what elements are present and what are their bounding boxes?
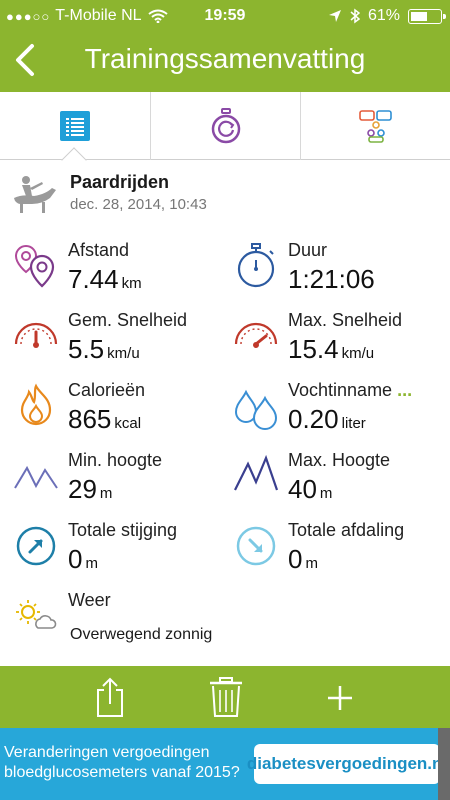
stopwatch-icon <box>237 243 275 288</box>
battery-fill <box>411 11 427 21</box>
descent-arrow-icon <box>236 526 276 566</box>
add-icon[interactable] <box>318 676 362 718</box>
mountains-high-icon <box>234 454 279 491</box>
ad-badge <box>438 728 450 800</box>
stat-value: 1:21:06 <box>288 264 375 294</box>
stat-value: 0 <box>288 544 303 574</box>
stat-unit: m <box>305 555 318 572</box>
stat-value: 0 <box>68 544 83 574</box>
stat-hydration[interactable]: Vochtinname ... 0.20 liter <box>232 380 450 446</box>
stopwatch-replay-icon <box>211 108 240 144</box>
horse-riding-icon <box>14 176 56 213</box>
stat-max-altitude[interactable]: Max. Hoogte 40 m <box>232 450 450 516</box>
stat-weather[interactable]: Weer <box>12 590 232 656</box>
stat-value: 0.20 <box>288 404 339 434</box>
stat-value: 29 <box>68 474 97 504</box>
stat-unit: m <box>319 485 333 502</box>
stat-unit: m <box>85 555 98 572</box>
water-drops-icon <box>234 389 278 430</box>
stat-label: Totale afdaling <box>288 520 405 540</box>
battery-percentage: 61% <box>367 7 400 24</box>
speedometer-icon <box>14 322 58 348</box>
flame-icon <box>20 383 52 426</box>
stat-unit: km <box>121 275 142 292</box>
stat-duration[interactable]: Duur 1:21:06 <box>232 240 450 306</box>
battery-icon <box>408 8 446 24</box>
stat-unit: m <box>99 485 113 502</box>
stat-label: Max. Hoogte <box>288 450 391 470</box>
stat-label: Gem. Snelheid <box>68 310 188 330</box>
stat-label: Weer <box>68 590 111 610</box>
speedometer-max-icon <box>234 322 278 348</box>
stat-label: Duur <box>288 240 328 260</box>
stat-unit: km/u <box>107 345 140 362</box>
list-icon <box>60 111 90 141</box>
stat-value: 5.5 <box>68 334 105 364</box>
ad-banner[interactable]: Veranderingen vergoedingen bloedglucosem… <box>0 728 450 800</box>
stat-value: 7.44 <box>68 264 119 294</box>
ad-text-line2: bloedglucosemeters vanaf 2015? <box>4 764 240 781</box>
status-bar: ●●●○○ T-Mobile NL 19:59 61% <box>0 0 450 32</box>
share-icon[interactable] <box>88 676 132 718</box>
bottom-toolbar <box>0 666 450 728</box>
activity-header: Paardrijden dec. 28, 2014, 10:43 <box>0 168 450 224</box>
stat-unit: km/u <box>341 345 375 362</box>
activity-date: dec. 28, 2014, 10:43 <box>70 196 207 213</box>
stat-label: Afstand <box>68 240 130 260</box>
stat-ascent[interactable]: Totale stijging 0m <box>12 520 232 586</box>
stat-calories[interactable]: Calorieën 865 kcal <box>12 380 232 446</box>
stat-avg-speed[interactable]: Gem. Snelheid 5.5 km/u <box>12 310 232 376</box>
location-arrow-icon <box>328 10 341 22</box>
stat-descent[interactable]: Totale afdaling 0m <box>232 520 450 586</box>
navigation-bar: ●●●○○ T-Mobile NL 19:59 61% Trainingssam… <box>0 0 450 92</box>
stat-label: Totale stijging <box>68 520 178 540</box>
location-pins-icon <box>14 244 55 288</box>
partly-sunny-icon <box>16 600 57 629</box>
stat-value: 865 <box>68 404 112 434</box>
stat-label: Calorieën <box>68 380 146 400</box>
more-indicator[interactable]: ... <box>397 380 412 400</box>
weather-description: Overwegend zonnig <box>70 626 213 643</box>
stat-label: Vochtinname <box>288 380 393 400</box>
stat-label: Max. Snelheid <box>288 310 403 330</box>
page-title: Trainingssamenvatting <box>84 43 366 74</box>
tab-replay[interactable] <box>150 92 300 160</box>
stat-min-altitude[interactable]: Min. hoogte 29 m <box>12 450 232 516</box>
stat-value: 15.4 <box>288 334 339 364</box>
stat-max-speed[interactable]: Max. Snelheid 15.4 km/u <box>232 310 450 376</box>
summary-tabs <box>0 92 450 160</box>
mountains-low-icon <box>14 465 58 489</box>
ad-logo[interactable]: diabetesvergoedingen.nl <box>247 744 447 784</box>
bluetooth-icon <box>350 8 360 24</box>
stat-label: Min. hoogte <box>68 450 163 470</box>
people-chat-icon <box>358 110 392 143</box>
activity-name: Paardrijden <box>70 172 170 192</box>
stat-unit: liter <box>341 415 366 432</box>
stat-distance[interactable]: Afstand 7.44 km <box>12 240 232 306</box>
stat-value: 40 <box>288 474 317 504</box>
tab-social[interactable] <box>300 92 450 160</box>
trash-icon[interactable] <box>204 676 248 718</box>
ascent-arrow-icon <box>16 526 56 566</box>
ad-text-line1: Veranderingen vergoedingen <box>4 744 210 761</box>
stat-unit: kcal <box>114 415 142 432</box>
